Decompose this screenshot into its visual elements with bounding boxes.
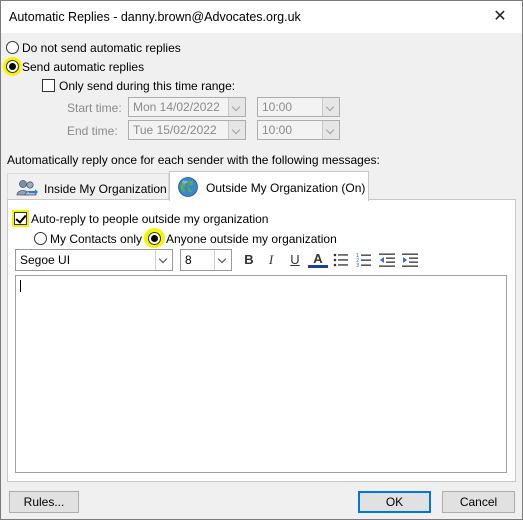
bullets-icon[interactable] [333, 253, 349, 267]
anyone-outside-radio[interactable] [148, 232, 161, 245]
people-icon [16, 179, 38, 197]
ok-button[interactable]: OK [358, 491, 431, 513]
tab-inside-organization[interactable]: Inside My Organization [7, 173, 169, 201]
my-contacts-only-label[interactable]: My Contacts only [50, 232, 142, 246]
window-title: Automatic Replies - danny.brown@Advocate… [9, 10, 301, 24]
my-contacts-only-radio[interactable] [34, 232, 47, 245]
auto-reply-outside-label[interactable]: Auto-reply to people outside my organiza… [31, 212, 268, 226]
rules-button[interactable]: Rules... [9, 491, 79, 513]
increase-indent-icon[interactable] [402, 253, 419, 267]
chevron-down-icon[interactable] [228, 98, 245, 116]
section-label: Automatically reply once for each sender… [7, 153, 380, 167]
tab-outside-organization[interactable]: Outside My Organization (On) [169, 171, 369, 201]
anyone-outside-label[interactable]: Anyone outside my organization [166, 232, 337, 246]
numbering-icon[interactable]: 1 2 3 [356, 252, 372, 268]
end-time-combo[interactable]: 10:00 [257, 120, 340, 140]
chevron-down-icon[interactable] [322, 121, 339, 139]
time-range-label[interactable]: Only send during this time range: [59, 79, 235, 93]
font-family-value: Segoe UI [20, 253, 71, 267]
font-size-combo[interactable]: 8 [180, 249, 232, 271]
close-icon[interactable]: ✕ [488, 5, 512, 29]
chevron-down-icon[interactable] [155, 250, 172, 270]
start-time-value: 10:00 [262, 100, 293, 114]
do-not-send-radio[interactable] [6, 41, 19, 54]
chevron-down-icon[interactable] [228, 121, 245, 139]
time-range-checkbox[interactable] [42, 79, 55, 92]
svg-text:3: 3 [356, 263, 359, 268]
do-not-send-label[interactable]: Do not send automatic replies [22, 41, 181, 55]
start-date-value: Mon 14/02/2022 [133, 100, 220, 114]
start-time-label: Start time: [67, 101, 122, 115]
underline-button[interactable]: U [285, 251, 305, 269]
end-time-label: End time: [67, 124, 118, 138]
end-time-value: 10:00 [262, 123, 293, 137]
title-bar: Automatic Replies - danny.brown@Advocate… [1, 1, 522, 33]
start-time-combo[interactable]: 10:00 [257, 97, 340, 117]
cancel-button[interactable]: Cancel [442, 491, 515, 513]
tab-inside-label: Inside My Organization [44, 182, 167, 196]
auto-reply-outside-checkbox[interactable] [14, 212, 27, 225]
send-replies-label[interactable]: Send automatic replies [22, 60, 144, 74]
font-size-value: 8 [185, 253, 192, 267]
italic-button[interactable]: I [261, 251, 281, 269]
decrease-indent-icon[interactable] [379, 253, 396, 267]
chevron-down-icon[interactable] [322, 98, 339, 116]
bold-button[interactable]: B [239, 251, 259, 269]
font-color-button[interactable]: A [308, 251, 328, 268]
text-caret [20, 280, 21, 292]
send-replies-radio[interactable] [6, 60, 19, 73]
end-date-value: Tue 15/02/2022 [133, 123, 217, 137]
end-date-combo[interactable]: Tue 15/02/2022 [128, 120, 246, 140]
chevron-down-icon[interactable] [214, 250, 231, 270]
start-date-combo[interactable]: Mon 14/02/2022 [128, 97, 246, 117]
automatic-replies-dialog: Automatic Replies - danny.brown@Advocate… [0, 0, 523, 520]
globe-icon [177, 176, 199, 198]
tab-outside-label: Outside My Organization (On) [206, 181, 366, 195]
font-family-combo[interactable]: Segoe UI [15, 249, 173, 271]
message-editor[interactable] [15, 275, 507, 473]
